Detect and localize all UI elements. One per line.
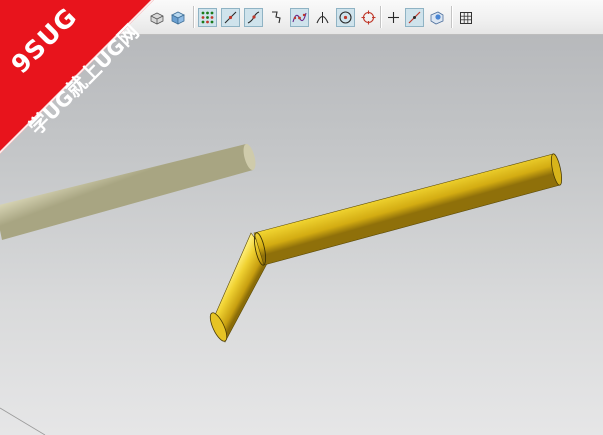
snap-line-icon[interactable] [221,8,240,27]
snap-spline-icon[interactable] [267,8,286,27]
watermark-banner: 9SUG 学UG就上UG网 [0,0,170,170]
snap-arc-center-icon[interactable] [336,8,355,27]
graphics-window[interactable]: 9SUG 学UG就上UG网 [0,0,603,435]
snap-endpoint-icon[interactable] [198,8,217,27]
grid-icon[interactable] [456,8,475,27]
toolbar-separator [380,6,382,28]
toolbar-separator [193,6,195,28]
snap-point-on-face-icon[interactable] [427,8,446,27]
snap-point-on-curve-icon[interactable] [405,8,424,27]
datum-line [0,407,46,435]
solid-cube-icon[interactable] [168,8,187,27]
snap-curve-icon[interactable] [244,8,263,27]
snap-existing-point-icon[interactable] [384,8,403,27]
snap-control-point-icon[interactable] [290,8,309,27]
snap-quadrant-icon[interactable] [359,8,378,27]
snap-intersection-icon[interactable] [313,8,332,27]
toolbar-separator [451,6,453,28]
selected-tube[interactable] [207,153,564,343]
